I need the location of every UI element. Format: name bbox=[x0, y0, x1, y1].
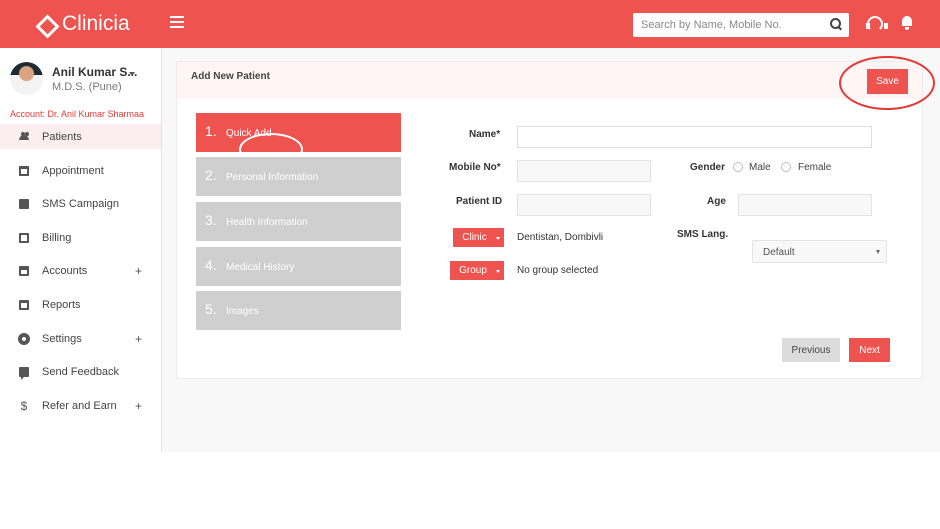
step-label: Health Information bbox=[226, 217, 308, 228]
user-name: Anil Kumar S... bbox=[52, 65, 138, 79]
chevron-down-icon bbox=[876, 250, 880, 254]
step-label: Quick Add bbox=[226, 128, 272, 139]
panel-header: Add New Patient Save bbox=[177, 56, 935, 110]
clinic-button[interactable]: Clinic bbox=[453, 228, 504, 247]
save-button[interactable]: Save bbox=[867, 69, 908, 94]
clinicia-logo[interactable]: Clinicia bbox=[36, 12, 130, 36]
sidebar-item-label: Reports bbox=[42, 298, 81, 311]
step-images[interactable]: 5. Images bbox=[196, 291, 401, 330]
sidebar-item-label: Send Feedback bbox=[42, 365, 120, 378]
sidebar-item-label: Patients bbox=[42, 130, 82, 143]
top-navbar: Clinicia bbox=[0, 0, 940, 48]
diamond-logo-icon bbox=[36, 15, 54, 33]
step-number: 4. bbox=[205, 257, 217, 273]
sidebar-item-refer-and-earn[interactable]: $ Refer and Earn + bbox=[0, 393, 161, 418]
sidebar-item-label: Settings bbox=[42, 332, 82, 345]
dollar-icon: $ bbox=[20, 398, 28, 413]
step-quick-add[interactable]: 1. Quick Add bbox=[196, 113, 401, 166]
age-input[interactable] bbox=[738, 194, 872, 216]
sidebar-item-send-feedback[interactable]: Send Feedback bbox=[0, 359, 161, 384]
patient-id-input[interactable] bbox=[517, 194, 651, 216]
search-box bbox=[633, 13, 849, 37]
sidebar-item-appointment[interactable]: Appointment bbox=[0, 158, 161, 183]
document-icon bbox=[19, 232, 29, 243]
step-number: 3. bbox=[205, 212, 217, 228]
mobile-label: Mobile No* bbox=[449, 162, 501, 173]
avatar bbox=[10, 62, 43, 95]
female-radio[interactable] bbox=[781, 162, 791, 172]
sidebar-item-label: Refer and Earn bbox=[42, 399, 117, 412]
search-icon[interactable] bbox=[830, 18, 841, 29]
sidebar-item-billing[interactable]: Billing bbox=[0, 225, 161, 250]
mail-icon bbox=[19, 198, 29, 209]
calendar-icon bbox=[19, 165, 29, 176]
sidebar-item-settings[interactable]: Settings + bbox=[0, 326, 161, 351]
step-number: 2. bbox=[205, 167, 217, 183]
sidebar: Anil Kumar S... M.D.S. (Pune) Account: D… bbox=[0, 48, 162, 452]
app-name: Clinicia bbox=[62, 12, 130, 35]
gender-label: Gender bbox=[690, 162, 726, 173]
sidebar-item-accounts[interactable]: Accounts + bbox=[0, 258, 161, 283]
sidebar-item-reports[interactable]: Reports bbox=[0, 292, 161, 317]
step-health-information[interactable]: 3. Health Information bbox=[196, 202, 401, 241]
step-label: Personal Information bbox=[226, 172, 319, 183]
page-title: Add New Patient bbox=[191, 71, 270, 82]
bell-icon[interactable] bbox=[901, 16, 913, 30]
next-button[interactable]: Next bbox=[849, 338, 890, 362]
step-personal-information[interactable]: 2. Personal Information bbox=[196, 157, 401, 196]
gear-icon bbox=[19, 333, 29, 344]
clipboard-icon bbox=[19, 299, 29, 310]
step-label: Medical History bbox=[226, 262, 295, 273]
sidebar-item-patients[interactable]: Patients bbox=[0, 124, 161, 149]
age-label: Age bbox=[707, 196, 726, 207]
sidebar-item-label: Appointment bbox=[42, 164, 104, 177]
step-number: 1. bbox=[205, 123, 217, 139]
patient-id-label: Patient ID bbox=[456, 196, 503, 207]
name-input[interactable] bbox=[517, 126, 872, 148]
main-content: Add New Patient Save 1. Quick Add 2. Per… bbox=[162, 48, 940, 452]
expand-plus-icon[interactable]: + bbox=[135, 332, 142, 346]
sidebar-item-label: Accounts bbox=[42, 264, 88, 277]
previous-button[interactable]: Previous bbox=[782, 338, 840, 362]
sidebar-item-label: Billing bbox=[42, 231, 72, 244]
people-icon bbox=[19, 131, 29, 142]
hamburger-menu-icon[interactable] bbox=[170, 16, 184, 28]
male-label[interactable]: Male bbox=[749, 162, 771, 173]
search-input[interactable] bbox=[633, 13, 823, 37]
male-radio[interactable] bbox=[733, 162, 743, 172]
add-patient-panel: Add New Patient Save 1. Quick Add 2. Per… bbox=[176, 56, 935, 379]
account-label: Account: Dr. Anil Kumar Sharmaa bbox=[10, 109, 145, 119]
headset-icon[interactable] bbox=[866, 16, 888, 32]
sidebar-item-label: SMS Campaign bbox=[42, 197, 120, 210]
sms-language-value: Default bbox=[763, 247, 795, 258]
mobile-input[interactable] bbox=[517, 160, 651, 182]
expand-plus-icon[interactable]: + bbox=[135, 399, 142, 413]
card-icon bbox=[19, 265, 29, 276]
sms-language-label: SMS Lang. bbox=[677, 229, 729, 240]
step-number: 5. bbox=[205, 301, 217, 317]
step-label: Images bbox=[226, 306, 259, 317]
user-degree: M.D.S. (Pune) bbox=[52, 81, 122, 93]
name-label: Name* bbox=[469, 129, 501, 140]
chevron-down-icon[interactable] bbox=[129, 72, 135, 76]
group-value: No group selected bbox=[517, 265, 599, 276]
expand-plus-icon[interactable]: + bbox=[135, 264, 142, 278]
step-medical-history[interactable]: 4. Medical History bbox=[196, 247, 401, 286]
female-label[interactable]: Female bbox=[798, 162, 831, 173]
user-profile[interactable]: Anil Kumar S... M.D.S. (Pune) bbox=[10, 62, 160, 98]
sidebar-item-sms-campaign[interactable]: SMS Campaign bbox=[0, 191, 161, 216]
chat-icon bbox=[19, 366, 29, 380]
group-button[interactable]: Group bbox=[450, 261, 504, 280]
clinic-value: Dentistan, Dombivli bbox=[517, 232, 604, 243]
sms-language-select[interactable]: Default bbox=[752, 240, 887, 263]
